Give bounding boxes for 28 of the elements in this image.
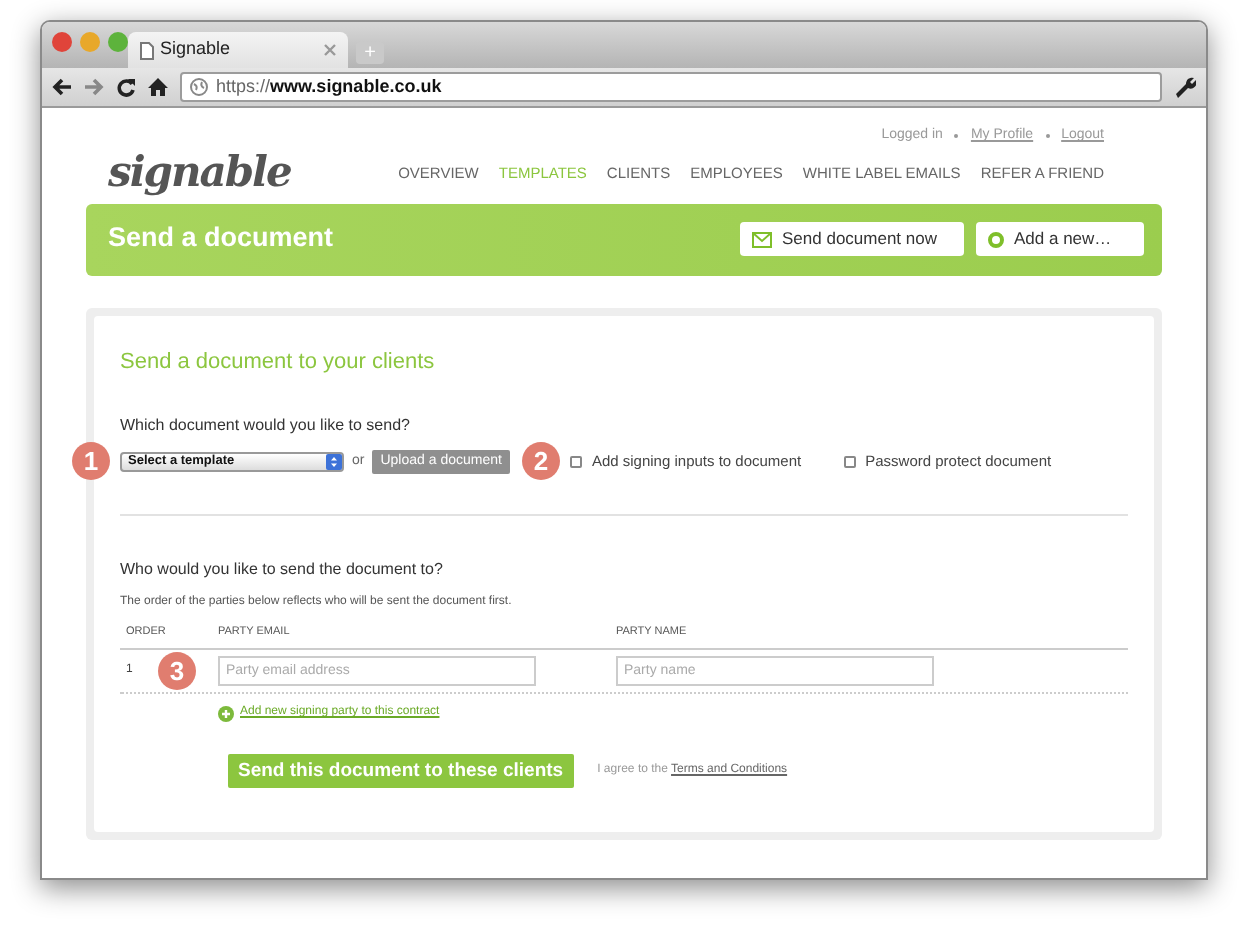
step-marker: 1	[72, 442, 110, 480]
home-icon[interactable]	[148, 78, 168, 96]
logo[interactable]: signable	[108, 149, 291, 191]
reload-icon[interactable]	[116, 77, 136, 97]
checkbox[interactable]	[569, 456, 582, 468]
browser-tab[interactable]: Signable	[128, 32, 348, 68]
close-window-icon[interactable]	[52, 32, 72, 52]
question-label: Which document would you like to send?	[120, 414, 412, 438]
banner-button[interactable]: Add a new…	[976, 222, 1144, 256]
page-title: Send a document	[108, 220, 334, 257]
forward-icon[interactable]	[84, 78, 104, 96]
step-marker: 3	[158, 652, 196, 691]
wrench-icon[interactable]	[1174, 76, 1196, 98]
step-marker: 2	[521, 442, 560, 481]
page-icon	[140, 41, 154, 59]
back-icon[interactable]	[52, 78, 72, 96]
globe-icon	[190, 78, 208, 96]
select-arrows-icon	[326, 454, 342, 470]
question-label: Who would you like to send the document to?	[120, 558, 445, 582]
address-bar[interactable]: https://www.signable.co.uk	[180, 72, 1162, 102]
close-tab-icon[interactable]	[324, 44, 336, 56]
url-text: https://www.signable.co.uk	[216, 73, 442, 100]
banner-button[interactable]: Send document now	[740, 222, 964, 256]
checkbox[interactable]	[843, 456, 856, 468]
add-icon	[218, 705, 234, 722]
circle-icon	[988, 231, 1004, 247]
envelope-icon	[752, 231, 772, 247]
form-heading: Send a document to your clients	[120, 347, 437, 377]
